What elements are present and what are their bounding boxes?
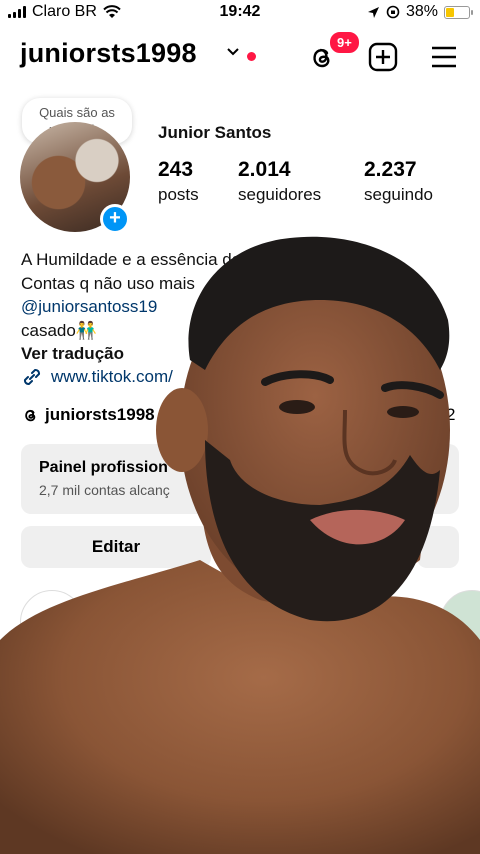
chevron-down-icon[interactable] [226, 46, 240, 58]
following-count: 2.237 [364, 158, 417, 181]
threads-profile-link[interactable]: juniorsts1998 [21, 405, 155, 425]
bio: A Humildade e a essência da Contas q não… [21, 248, 461, 366]
following-label: seguindo [364, 185, 434, 204]
threads-count-fragment: 2 [446, 405, 456, 424]
external-link-text: www.tiktok.com/ [51, 367, 173, 386]
share-profile-button[interactable] [219, 526, 409, 568]
followers-count: 2.014 [238, 158, 291, 181]
menu-icon[interactable] [430, 44, 458, 70]
add-post-icon[interactable] [368, 42, 398, 72]
profile-actions: Editar [21, 526, 459, 568]
threads-handle: juniorsts1998 [45, 405, 155, 424]
edit-profile-button[interactable]: Editar [21, 526, 211, 568]
story-highlight[interactable] [440, 590, 480, 654]
battery-percent: 38% [405, 3, 438, 20]
external-link[interactable]: www.tiktok.com/ [21, 366, 173, 388]
notifications-badge[interactable]: 9+ [328, 30, 361, 55]
bio-mention-link[interactable]: @juniorsantoss19 [21, 295, 461, 319]
username-switcher[interactable]: juniorsts1998 [20, 38, 197, 69]
add-story-icon[interactable]: + [100, 204, 130, 234]
bio-line-1: A Humildade e a essência da [21, 250, 242, 269]
story-highlight[interactable] [20, 590, 84, 654]
stat-following[interactable]: 2.237 seguindo [364, 158, 433, 205]
location-icon [367, 6, 379, 18]
discover-people-button[interactable] [417, 526, 459, 568]
bio-line-4: casado👬 [21, 320, 97, 340]
bio-line-2: Contas q não uso mais [21, 273, 195, 293]
stat-posts[interactable]: 243 posts [158, 158, 199, 205]
battery-icon [444, 5, 473, 19]
link-icon [23, 368, 41, 386]
followers-label: seguidores [238, 185, 322, 204]
profile-header: juniorsts1998 9+ [0, 30, 480, 78]
professional-dashboard-subtitle: 2,7 mil contas alcanç [39, 482, 170, 498]
threads-small-icon [25, 409, 36, 422]
professional-dashboard-title: Painel profission [39, 459, 168, 476]
professional-dashboard[interactable]: Painel profission 2,7 mil contas alcanç [21, 444, 459, 514]
rotation-lock-icon [386, 5, 400, 19]
stat-followers[interactable]: 2.014 seguidores [238, 158, 321, 205]
see-translation-link[interactable]: Ver tradução [21, 342, 461, 366]
posts-label: posts [158, 185, 199, 204]
posts-count: 243 [158, 158, 194, 181]
display-name: Junior Santos [158, 123, 272, 142]
status-bar: Claro BR 19:42 38% [0, 0, 480, 24]
unread-dot [247, 52, 256, 61]
